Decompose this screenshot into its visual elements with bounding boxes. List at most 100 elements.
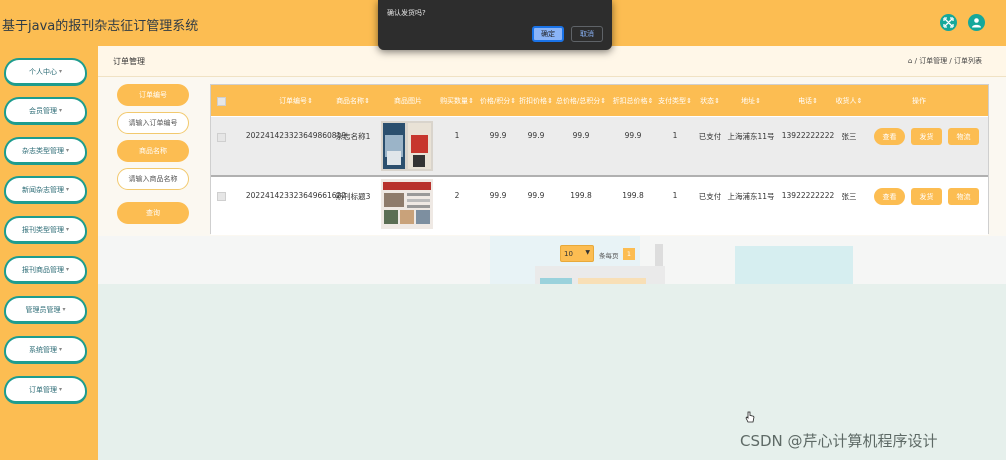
column-header[interactable]: 总价格/总积分⇕ [556, 96, 606, 106]
column-header[interactable]: 购买数量⇕ [440, 96, 474, 106]
phone-cell: 13922222222 [781, 191, 835, 200]
ship-button[interactable]: 发货 [911, 188, 942, 205]
breadcrumb-item[interactable]: 订单管理 [919, 57, 947, 65]
sidebar-item-label: 杂志类型管理 [21, 146, 64, 155]
quantity-cell: 2 [454, 191, 460, 200]
chevron-down-icon: ▾ [65, 266, 69, 273]
discount-price-cell: 99.9 [527, 191, 545, 200]
sidebar-item-label: 系统管理 [28, 345, 57, 354]
product-image[interactable] [381, 179, 433, 229]
breadcrumb: ⌂ / 订单管理 / 订单列表 [908, 56, 982, 66]
order-no-input[interactable]: 请输入订单编号 [117, 112, 189, 134]
pay-type-cell: 1 [672, 131, 678, 140]
background-decoration [735, 246, 853, 284]
receiver-cell: 张三 [841, 132, 857, 141]
sidebar-item-system[interactable]: 系统管理 ▾ [4, 336, 87, 364]
expand-icon[interactable] [940, 14, 957, 31]
sidebar-item-label: 新闻杂志管理 [21, 185, 64, 194]
breadcrumb-item: 订单列表 [954, 57, 982, 65]
dialog-message: 确认发货吗? [387, 9, 426, 17]
watermark: CSDN @芹心计算机程序设计 [740, 432, 938, 450]
row-checkbox[interactable] [217, 192, 226, 201]
sidebar-item-label: 会员管理 [28, 106, 57, 115]
view-button[interactable]: 查看 [874, 188, 905, 205]
sidebar-item-label: 个人中心 [28, 67, 57, 76]
chevron-down-icon: ▾ [62, 306, 66, 313]
user-avatar-icon[interactable] [968, 14, 985, 31]
column-header[interactable]: 状态⇕ [700, 96, 720, 106]
sidebar-item-newspaper-types[interactable]: 报刊类型管理 ▾ [4, 216, 87, 244]
column-header: 操作 [912, 97, 926, 105]
product-name-cell: 期刊标题3 [335, 192, 371, 201]
pay-type-cell: 1 [672, 191, 678, 200]
sidebar-item-label: 订单管理 [28, 385, 57, 394]
row-checkbox[interactable] [217, 133, 226, 142]
sidebar-item-admins[interactable]: 管理员管理 ▾ [4, 296, 87, 324]
address-cell: 上海浦东11号 [727, 192, 775, 201]
chevron-down-icon: ▾ [65, 186, 69, 193]
status-cell: 已支付 [698, 192, 722, 201]
column-header[interactable]: 商品名称⇕ [336, 96, 370, 106]
address-cell: 上海浦东11号 [727, 132, 775, 141]
chevron-down-icon: ▾ [58, 346, 62, 353]
logistics-button[interactable]: 物流 [948, 188, 979, 205]
column-header[interactable]: 地址⇕ [741, 96, 761, 106]
product-name-label: 商品名称 [117, 140, 189, 162]
column-header[interactable]: 订单编号⇕ [279, 96, 313, 106]
column-header[interactable]: 折扣总价格⇕ [613, 96, 654, 106]
query-button[interactable]: 查询 [117, 202, 189, 224]
sidebar-item-personal-center[interactable]: 个人中心 ▾ [4, 58, 87, 86]
total-cell: 99.9 [572, 131, 590, 140]
table-row[interactable]: 20224142332364986081​9 杂志名称1 1 99.9 99.9… [211, 117, 988, 177]
hand-cursor-icon [745, 411, 755, 423]
price-cell: 99.9 [489, 191, 507, 200]
ship-button[interactable]: 发货 [911, 128, 942, 145]
column-header[interactable]: 支付类型⇕ [658, 96, 692, 106]
chevron-down-icon: ▾ [58, 107, 62, 114]
chevron-down-icon: ▾ [58, 68, 62, 75]
page-size-label: 条每页 [599, 252, 619, 260]
dialog-cancel-button[interactable]: 取消 [571, 26, 603, 42]
product-name-cell: 杂志名称1 [335, 132, 371, 141]
chevron-down-icon: ▾ [65, 147, 69, 154]
sidebar-item-magazine-types[interactable]: 杂志类型管理 ▾ [4, 137, 87, 165]
sidebar-item-news-magazines[interactable]: 新闻杂志管理 ▾ [4, 176, 87, 204]
orders-table: 订单编号⇕ 商品名称⇕ 商品图片 购买数量⇕ 价格/积分⇕ 折扣价格⇕ 总价格/… [210, 84, 989, 235]
logistics-button[interactable]: 物流 [948, 128, 979, 145]
page-title: 订单管理 [113, 57, 145, 66]
sidebar-item-label: 管理员管理 [25, 305, 61, 314]
column-header[interactable]: 电话⇕ [798, 96, 818, 106]
chevron-down-icon: ▾ [58, 386, 62, 393]
phone-cell: 13922222222 [781, 131, 835, 140]
sidebar-item-members[interactable]: 会员管理 ▾ [4, 97, 87, 125]
page-header: 订单管理 ⌂ / 订单管理 / 订单列表 [98, 46, 1006, 77]
discount-total-cell: 199.8 [622, 191, 644, 200]
app-title: 基于java的报刊杂志征订管理系统 [2, 19, 199, 34]
sidebar-item-label: 报刊类型管理 [21, 225, 64, 234]
page-size-select[interactable]: 10 ▼ [560, 245, 594, 262]
discount-price-cell: 99.9 [527, 131, 545, 140]
total-cell: 199.8 [570, 191, 592, 200]
order-no-label: 订单编号 [117, 84, 189, 106]
column-header[interactable]: 收货人⇕ [836, 96, 863, 106]
price-cell: 99.9 [489, 131, 507, 140]
table-row[interactable]: 2022414233236496616​22 期刊标题3 2 99.9 99.9… [211, 177, 988, 235]
current-page[interactable]: 1 [623, 248, 635, 260]
discount-total-cell: 99.9 [624, 131, 642, 140]
order-no-cell: 2022414233236496616​22 [245, 191, 347, 200]
table-header: 订单编号⇕ 商品名称⇕ 商品图片 购买数量⇕ 价格/积分⇕ 折扣价格⇕ 总价格/… [211, 85, 988, 116]
column-header: 商品图片 [394, 97, 422, 105]
sidebar-item-orders[interactable]: 订单管理 ▾ [4, 376, 87, 404]
sidebar-item-label: 报刊商品管理 [21, 265, 64, 274]
product-image[interactable] [381, 121, 433, 171]
column-header[interactable]: 折扣价格⇕ [519, 96, 553, 106]
column-header[interactable]: 价格/积分⇕ [480, 96, 516, 106]
chevron-down-icon: ▼ [585, 249, 590, 256]
dialog-ok-button[interactable]: 确定 [532, 26, 564, 42]
view-button[interactable]: 查看 [874, 128, 905, 145]
select-all-checkbox[interactable] [217, 97, 226, 106]
sidebar-item-newspaper-products[interactable]: 报刊商品管理 ▾ [4, 256, 87, 284]
breadcrumb-separator: / [947, 57, 954, 65]
product-name-input[interactable]: 请输入商品名称 [117, 168, 189, 190]
quantity-cell: 1 [454, 131, 460, 140]
